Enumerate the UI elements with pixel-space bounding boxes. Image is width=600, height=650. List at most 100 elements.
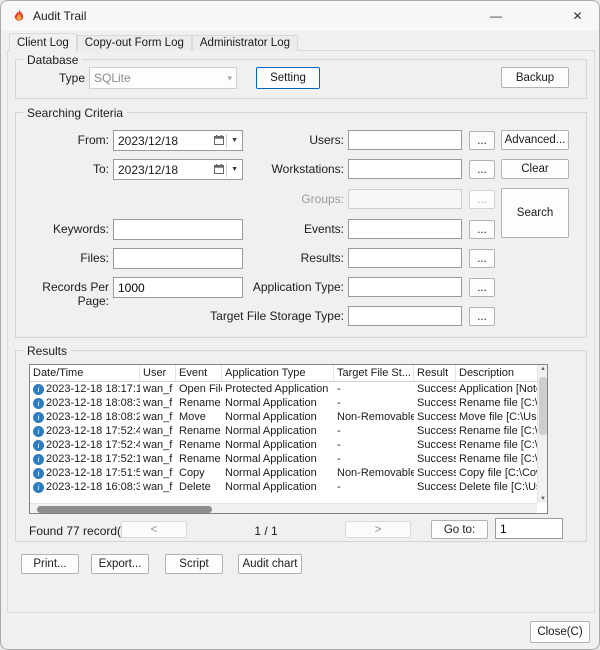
table-cell: Normal Application: [222, 438, 334, 452]
table-cell: wan_f: [140, 438, 176, 452]
table-row[interactable]: i2023-12-18 17:52:47wan_fRenameNormal Ap…: [30, 424, 547, 438]
database-group-label: Database: [23, 53, 82, 67]
results-table: Date/TimeUserEventApplication TypeTarget…: [29, 364, 548, 514]
table-cell: Copy file [C:\Coworkshop\BU: [456, 466, 548, 480]
table-cell: wan_f: [140, 424, 176, 438]
table-cell: Move: [176, 410, 222, 424]
to-label: To:: [9, 162, 109, 176]
tab-administrator-log[interactable]: Administrator Log: [192, 35, 298, 51]
horizontal-scrollbar-thumb[interactable]: [37, 506, 212, 513]
table-cell: Success: [414, 424, 456, 438]
scroll-up-icon[interactable]: ▲: [538, 366, 548, 372]
table-cell: Success: [414, 452, 456, 466]
column-header[interactable]: User: [140, 365, 176, 381]
setting-button[interactable]: Setting: [256, 67, 320, 89]
table-cell: i2023-12-18 16:08:37: [30, 480, 140, 494]
search-button[interactable]: Search: [501, 188, 569, 238]
goto-page-input[interactable]: [495, 518, 563, 539]
table-cell: wan_f: [140, 466, 176, 480]
table-cell: Normal Application: [222, 396, 334, 410]
table-cell: wan_f: [140, 480, 176, 494]
column-header[interactable]: Target File St...: [334, 365, 414, 381]
events-input[interactable]: [348, 219, 462, 239]
table-cell: i2023-12-18 18:08:27: [30, 410, 140, 424]
column-header[interactable]: Event: [176, 365, 222, 381]
export-button[interactable]: Export...: [91, 554, 149, 574]
goto-button[interactable]: Go to:: [431, 520, 488, 539]
clear-button[interactable]: Clear: [501, 159, 569, 179]
table-cell: i2023-12-18 17:51:52: [30, 466, 140, 480]
from-date-value: 2023/12/18: [118, 134, 214, 148]
table-cell: Success: [414, 382, 456, 396]
vertical-scrollbar[interactable]: ▲ ▼: [537, 365, 547, 503]
tab-copy-out-form-log[interactable]: Copy-out Form Log: [77, 35, 192, 51]
tab-client-log[interactable]: Client Log: [9, 33, 77, 52]
workstations-browse-button[interactable]: ...: [469, 160, 495, 179]
column-header[interactable]: Description: [456, 365, 548, 381]
previous-page-button[interactable]: <: [121, 521, 187, 538]
workstations-label: Workstations:: [201, 162, 344, 176]
table-cell: Normal Application: [222, 410, 334, 424]
next-page-button[interactable]: >: [345, 521, 411, 538]
application-type-input[interactable]: [348, 277, 462, 297]
column-header[interactable]: Date/Time: [30, 365, 140, 381]
column-header[interactable]: Result: [414, 365, 456, 381]
datetime-text: 2023-12-18 18:17:10: [46, 383, 140, 395]
minimize-button[interactable]: —: [473, 1, 519, 31]
table-row[interactable]: i2023-12-18 17:52:11wan_fRenameNormal Ap…: [30, 452, 547, 466]
results-browse-button[interactable]: ...: [469, 249, 495, 268]
table-cell: Rename file [C:\Coworkshop\: [456, 452, 548, 466]
table-row[interactable]: i2023-12-18 16:08:37wan_fDeleteNormal Ap…: [30, 480, 547, 494]
script-button[interactable]: Script: [165, 554, 223, 574]
table-cell: -: [334, 382, 414, 396]
audit-chart-button[interactable]: Audit chart: [238, 554, 302, 574]
target-file-storage-type-input[interactable]: [348, 306, 462, 326]
datetime-text: 2023-12-18 17:52:47: [46, 425, 140, 437]
app-flame-icon: [11, 8, 27, 24]
table-cell: Protected Application: [222, 382, 334, 396]
table-row[interactable]: i2023-12-18 17:52:42wan_fRenameNormal Ap…: [30, 438, 547, 452]
datetime-text: 2023-12-18 17:51:52: [46, 467, 140, 479]
users-label: Users:: [201, 133, 344, 147]
workstations-input[interactable]: [348, 159, 462, 179]
table-cell: -: [334, 396, 414, 410]
page-indicator: 1 / 1: [216, 524, 316, 538]
info-icon: i: [33, 384, 44, 395]
table-cell: Rename file [C:\Coworkshop\: [456, 396, 548, 410]
table-row[interactable]: i2023-12-18 18:08:39wan_fRenameNormal Ap…: [30, 396, 547, 410]
events-browse-button[interactable]: ...: [469, 220, 495, 239]
vertical-scrollbar-thumb[interactable]: [539, 377, 547, 435]
application-type-browse-button[interactable]: ...: [469, 278, 495, 297]
target-file-storage-type-browse-button[interactable]: ...: [469, 307, 495, 326]
table-row[interactable]: i2023-12-18 18:17:10wan_fOpen FileProtec…: [30, 382, 547, 396]
users-browse-button[interactable]: ...: [469, 131, 495, 150]
results-input[interactable]: [348, 248, 462, 268]
backup-button[interactable]: Backup: [501, 67, 569, 88]
table-cell: Rename: [176, 438, 222, 452]
table-row[interactable]: i2023-12-18 17:51:52wan_fCopyNormal Appl…: [30, 466, 547, 480]
advanced-button[interactable]: Advanced...: [501, 130, 569, 150]
table-cell: i2023-12-18 17:52:42: [30, 438, 140, 452]
users-input[interactable]: [348, 130, 462, 150]
db-type-value: SQLite: [94, 71, 227, 85]
table-cell: wan_f: [140, 382, 176, 396]
table-cell: Open File: [176, 382, 222, 396]
table-row[interactable]: i2023-12-18 18:08:27wan_fMoveNormal Appl…: [30, 410, 547, 424]
table-cell: wan_f: [140, 410, 176, 424]
close-button[interactable]: Close(C): [530, 621, 590, 643]
close-icon[interactable]: ✕: [554, 1, 600, 31]
from-label: From:: [9, 133, 109, 147]
groups-browse-button: ...: [469, 190, 495, 209]
table-cell: Normal Application: [222, 466, 334, 480]
table-cell: Normal Application: [222, 424, 334, 438]
table-cell: Non-Removable ...: [334, 466, 414, 480]
column-header[interactable]: Application Type: [222, 365, 334, 381]
target-file-storage-type-label: Target File Storage Type:: [201, 309, 344, 323]
print-button[interactable]: Print...: [21, 554, 79, 574]
horizontal-scrollbar[interactable]: [30, 503, 537, 513]
keywords-label: Keywords:: [9, 222, 109, 236]
info-icon: i: [33, 454, 44, 465]
searching-criteria-label: Searching Criteria: [23, 106, 127, 120]
scroll-down-icon[interactable]: ▼: [538, 496, 548, 502]
info-icon: i: [33, 412, 44, 423]
